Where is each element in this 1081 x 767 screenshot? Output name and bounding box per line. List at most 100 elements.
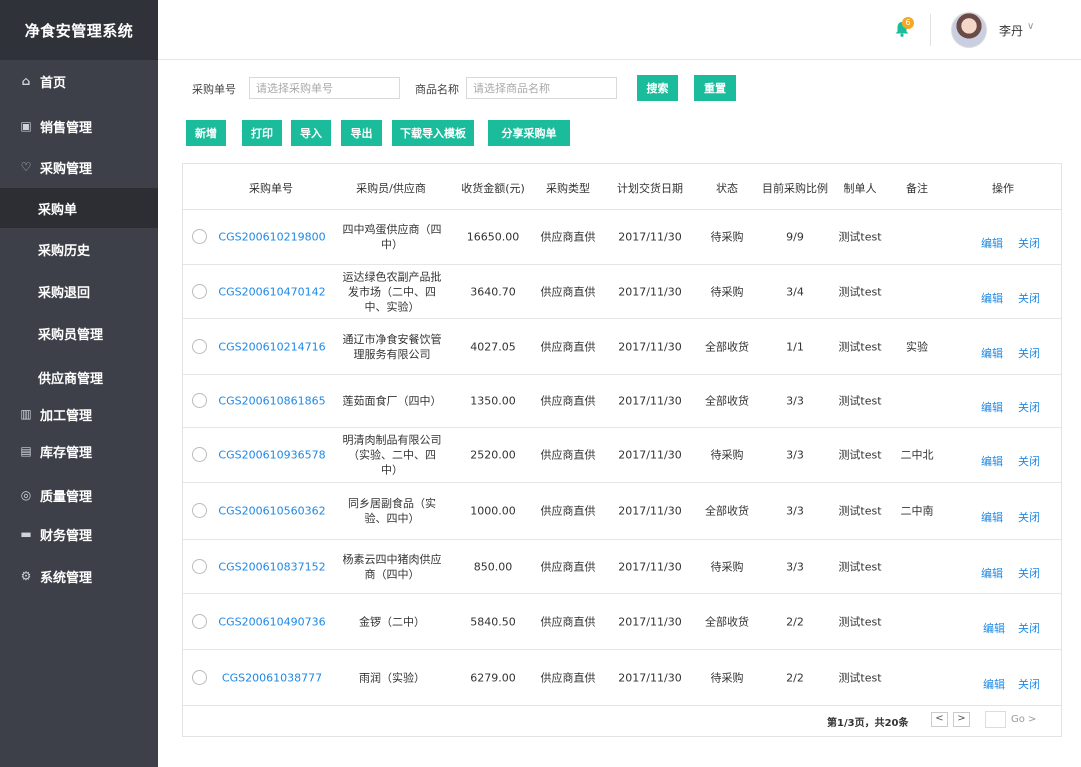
avatar[interactable] — [951, 12, 987, 48]
table-row[interactable]: CGS200610936578 明清肉制品有限公司（实验、二中、四中） 2520… — [183, 428, 1061, 483]
edit-link[interactable]: 编辑 — [981, 345, 1003, 361]
close-link[interactable]: 关闭 — [1018, 453, 1040, 469]
row-select-radio[interactable] — [192, 283, 207, 299]
type-cell: 供应商直供 — [540, 230, 596, 244]
sidebar-item-label: 系统管理 — [40, 570, 93, 586]
close-link[interactable]: 关闭 — [1018, 399, 1040, 415]
sidebar-item-home[interactable]: ⌂ 首页 — [0, 63, 158, 99]
creator-cell: 测试test — [838, 504, 882, 518]
next-page-button[interactable]: > — [953, 712, 970, 727]
export-button[interactable]: 导出 — [341, 120, 382, 146]
product-name-input[interactable] — [466, 77, 617, 99]
notification-badge: 6 — [902, 17, 914, 29]
sidebar-item-purchase-order[interactable]: 采购单 — [0, 188, 158, 228]
row-select-radio[interactable] — [192, 669, 207, 685]
table-row[interactable]: CGS20061038777 雨润（实验） 6279.00 供应商直供 2017… — [183, 650, 1061, 705]
sidebar-item-label: 加工管理 — [40, 408, 93, 424]
column-header: 状态 — [716, 182, 738, 195]
edit-link[interactable]: 编辑 — [983, 676, 1005, 692]
row-select-radio[interactable] — [192, 229, 207, 244]
share-order-button[interactable]: 分享采购单 — [488, 120, 570, 146]
edit-link[interactable]: 编辑 — [981, 290, 1003, 306]
sidebar-item-label: 采购历史 — [38, 243, 91, 259]
product-name-label: 商品名称 — [415, 83, 459, 96]
sidebar-item-processing[interactable]: ▥ 加工管理 — [0, 396, 158, 432]
creator-cell: 测试test — [838, 448, 882, 462]
edit-link[interactable]: 编辑 — [981, 509, 1003, 525]
row-select-radio[interactable] — [192, 447, 207, 462]
column-header: 计划交货日期 — [617, 182, 683, 195]
order-no-link[interactable]: CGS200610837152 — [218, 559, 325, 574]
finance-icon: ▬ — [20, 527, 32, 541]
status-cell: 待采购 — [710, 448, 744, 462]
row-select-radio[interactable] — [192, 338, 207, 354]
table-row[interactable]: CGS200610214716 通辽市净食安餐饮管理服务有限公司 4027.05… — [183, 319, 1061, 375]
column-header: 收货金额(元) — [461, 182, 525, 195]
table-row[interactable]: CGS200610470142 运达绿色农副产品批发市场（二中、四中、实验） 3… — [183, 265, 1061, 319]
edit-link[interactable]: 编辑 — [981, 399, 1003, 415]
sidebar-item-quality[interactable]: ◎ 质量管理 — [0, 477, 158, 513]
note-cell: 实验 — [906, 340, 928, 353]
order-no-link[interactable]: CGS20061038777 — [222, 670, 322, 685]
sidebar-item-purchase-history[interactable]: 采购历史 — [0, 229, 158, 269]
table-row[interactable]: CGS200610219800 四中鸡蛋供应商（四中） 16650.00 供应商… — [183, 210, 1061, 265]
table-row[interactable]: CGS200610837152 杨素云四中猪肉供应商（四中） 850.00 供应… — [183, 540, 1061, 594]
row-select-radio[interactable] — [192, 558, 207, 574]
type-cell: 供应商直供 — [540, 285, 596, 298]
edit-link[interactable]: 编辑 — [981, 453, 1003, 469]
amount-cell: 6279.00 — [470, 671, 516, 684]
go-button[interactable]: Go > — [1011, 714, 1036, 725]
row-select-radio[interactable] — [192, 393, 207, 408]
sidebar-item-inventory[interactable]: ▤ 库存管理 — [0, 433, 158, 469]
reset-button[interactable]: 重置 — [694, 75, 736, 101]
row-select-radio[interactable] — [192, 503, 207, 518]
page-jump-input[interactable] — [985, 711, 1006, 728]
close-link[interactable]: 关闭 — [1018, 509, 1040, 525]
search-button[interactable]: 搜索 — [637, 75, 678, 101]
quality-icon: ◎ — [20, 488, 32, 502]
print-button[interactable]: 打印 — [242, 120, 282, 146]
top-bar: 6 李丹 ∨ — [158, 0, 1081, 60]
sidebar-item-sales[interactable]: ▣ 销售管理 — [0, 108, 158, 144]
edit-link[interactable]: 编辑 — [981, 235, 1003, 251]
order-no-link[interactable]: CGS200610861865 — [218, 394, 325, 409]
date-cell: 2017/11/30 — [618, 340, 682, 353]
close-link[interactable]: 关闭 — [1018, 345, 1040, 361]
sidebar-item-label: 采购管理 — [40, 161, 93, 177]
sidebar-item-settings[interactable]: ⚙ 系统管理 — [0, 558, 158, 594]
pagination: 第1/3页，共20条 < > Go > — [182, 706, 1062, 737]
chevron-down-icon[interactable]: ∨ — [1027, 21, 1034, 32]
row-select-radio[interactable] — [192, 613, 207, 629]
order-no-input[interactable] — [249, 77, 400, 99]
order-no-link[interactable]: CGS200610219800 — [218, 230, 325, 245]
order-no-link[interactable]: CGS200610560362 — [218, 504, 325, 519]
order-no-link[interactable]: CGS200610214716 — [218, 339, 325, 354]
close-link[interactable]: 关闭 — [1018, 235, 1040, 251]
close-link[interactable]: 关闭 — [1018, 565, 1040, 581]
order-no-link[interactable]: CGS200610490736 — [218, 614, 325, 629]
close-link[interactable]: 关闭 — [1018, 290, 1040, 306]
table-row[interactable]: CGS200610560362 同乡居副食品（实验、四中） 1000.00 供应… — [183, 483, 1061, 540]
prev-page-button[interactable]: < — [931, 712, 948, 727]
edit-link[interactable]: 编辑 — [981, 565, 1003, 581]
date-cell: 2017/11/30 — [618, 230, 682, 244]
order-no-link[interactable]: CGS200610936578 — [218, 448, 325, 463]
sidebar-item-purchase-return[interactable]: 采购退回 — [0, 271, 158, 311]
close-link[interactable]: 关闭 — [1018, 676, 1040, 692]
new-button[interactable]: 新增 — [186, 120, 226, 146]
sidebar-item-supplier-management[interactable]: 供应商管理 — [0, 357, 158, 397]
download-template-button[interactable]: 下载导入模板 — [392, 120, 474, 146]
user-name[interactable]: 李丹 — [999, 22, 1023, 39]
sidebar-item-buyer-management[interactable]: 采购员管理 — [0, 313, 158, 353]
import-button[interactable]: 导入 — [291, 120, 331, 146]
status-cell: 待采购 — [710, 285, 744, 298]
sidebar-item-finance[interactable]: ▬ 财务管理 — [0, 516, 158, 552]
order-no-link[interactable]: CGS200610470142 — [218, 284, 325, 299]
sidebar-item-label: 采购员管理 — [38, 327, 104, 343]
table-row[interactable]: CGS200610490736 金锣（二中） 5840.50 供应商直供 201… — [183, 594, 1061, 650]
amount-cell: 2520.00 — [470, 448, 516, 462]
sidebar-item-purchase[interactable]: ♡ 采购管理 — [0, 149, 158, 185]
table-row[interactable]: CGS200610861865 莲茹面食厂（四中） 1350.00 供应商直供 … — [183, 375, 1061, 428]
edit-link[interactable]: 编辑 — [983, 620, 1005, 636]
close-link[interactable]: 关闭 — [1018, 620, 1040, 636]
